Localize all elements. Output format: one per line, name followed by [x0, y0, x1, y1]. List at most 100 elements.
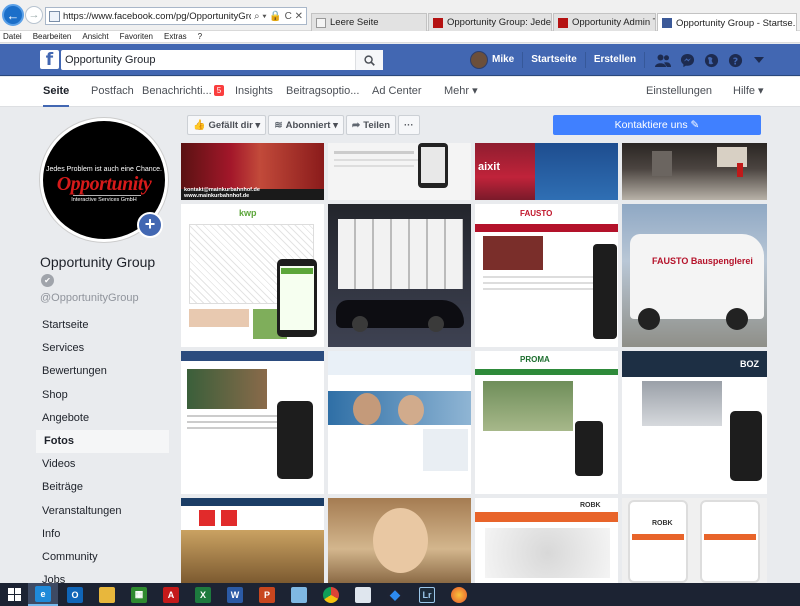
account-menu-chevron-icon[interactable]	[747, 57, 771, 63]
tab-ad-center[interactable]: Ad Center	[372, 77, 422, 107]
facebook-header: f Opportunity Group Mike Startseite Erst…	[0, 44, 800, 76]
taskbar-documents[interactable]	[348, 583, 378, 606]
tab-more[interactable]: Mehr ▾	[444, 77, 478, 107]
tab-blank[interactable]: Leere Seite	[311, 13, 427, 31]
side-nav-posts[interactable]: Beiträge	[36, 476, 169, 499]
menu-edit[interactable]: Bearbeiten	[33, 32, 72, 41]
photo-room-interior[interactable]	[622, 143, 767, 200]
search-input[interactable]: Opportunity Group	[65, 54, 355, 66]
taskbar-notes[interactable]	[284, 583, 314, 606]
photo-caption: BOZ	[740, 359, 759, 369]
taskbar-internet-explorer[interactable]: e	[28, 583, 58, 606]
update-picture-button[interactable]: +	[137, 212, 163, 238]
search-button[interactable]	[355, 50, 383, 70]
photo-caption: FAUSTO	[520, 209, 553, 218]
taskbar-chrome[interactable]	[316, 583, 346, 606]
svg-text:?: ?	[732, 56, 737, 67]
forward-button[interactable]: →	[25, 6, 43, 24]
search-box[interactable]: Opportunity Group	[61, 50, 383, 70]
taskbar-pdf[interactable]: A	[156, 583, 186, 606]
taskbar-excel[interactable]: X	[188, 583, 218, 606]
avatar[interactable]	[470, 51, 488, 69]
side-nav-services[interactable]: Services	[36, 337, 169, 360]
tab-publishing-tools[interactable]: Beitragsoptio...	[286, 77, 359, 107]
help-icon[interactable]: ?	[723, 53, 747, 68]
more-actions-button[interactable]: ···	[398, 115, 420, 135]
tab-insights[interactable]: Insights	[235, 77, 273, 107]
menu-view[interactable]: Ansicht	[82, 32, 108, 41]
share-button[interactable]: ➦ Teilen	[345, 115, 396, 135]
document-icon	[355, 586, 371, 603]
settings-link[interactable]: Einstellungen	[646, 77, 712, 107]
photo-drawing-portrait[interactable]	[328, 498, 471, 583]
like-button[interactable]: 👍 Gefällt dir ▾	[187, 115, 267, 135]
messenger-icon[interactable]	[675, 53, 699, 68]
back-button[interactable]: ←	[2, 4, 24, 26]
notifications-globe-icon[interactable]	[699, 53, 723, 68]
help-link[interactable]: Hilfe ▾	[733, 77, 764, 107]
photo-website-mockup-1[interactable]	[328, 143, 471, 200]
photo-caption: aixit	[478, 161, 501, 173]
taskbar-firefox[interactable]	[444, 583, 474, 606]
home-link[interactable]: Startseite	[523, 52, 586, 68]
address-bar-icons[interactable]: ⌕ ▾ 🔒 C ✕	[251, 11, 306, 22]
taskbar-powerpoint[interactable]: P	[252, 583, 282, 606]
photo-boz-website[interactable]: BOZ	[622, 351, 767, 494]
menu-help[interactable]: ?	[198, 32, 202, 41]
photo-news-website[interactable]	[181, 351, 324, 494]
photo-robk-website[interactable]: ROBK	[475, 498, 618, 583]
photo-shop-website[interactable]	[181, 498, 324, 583]
facebook-icon	[662, 18, 672, 28]
tab-inbox[interactable]: Postfach	[91, 77, 134, 107]
side-nav-offers[interactable]: Angebote	[36, 407, 169, 430]
tab-notifications[interactable]: Benachrichti... 5	[142, 77, 225, 107]
menu-file[interactable]: Datei	[3, 32, 22, 41]
side-nav-home[interactable]: Startseite	[36, 314, 169, 337]
profile-link[interactable]: Mike	[492, 52, 524, 68]
start-button[interactable]	[0, 583, 28, 606]
friend-requests-icon[interactable]	[651, 54, 675, 67]
tab-admin-tool[interactable]: Opportunity Admin Tool	[553, 13, 656, 31]
taskbar-outlook[interactable]: O	[60, 583, 90, 606]
menu-tools[interactable]: Extras	[164, 32, 187, 41]
side-nav-shop[interactable]: Shop	[36, 384, 169, 407]
photo-promo-website[interactable]: PROMA	[475, 351, 618, 494]
windows-logo-icon	[7, 588, 21, 601]
facebook-logo-icon[interactable]: f	[40, 50, 59, 69]
tab-page[interactable]: Seite	[43, 77, 70, 107]
follow-button[interactable]: ≋ Abonniert ▾	[268, 115, 344, 135]
menu-favorites[interactable]: Favoriten	[120, 32, 153, 41]
taskbar-dropbox[interactable]: ◆	[380, 583, 410, 606]
photo-mainkurbahnhof[interactable]: kontakt@mainkurbahnhof.de www.mainkurbah…	[181, 143, 324, 200]
tab-opportunity-group[interactable]: Opportunity Group: Jedes Prob...	[428, 13, 552, 31]
side-nav-about[interactable]: Info	[36, 523, 169, 546]
photo-aixit-banner[interactable]: aixit	[475, 143, 618, 200]
photo-kwp-website[interactable]: kwp	[181, 204, 324, 347]
taskbar-explorer[interactable]	[92, 583, 122, 606]
photo-caption: ROBK	[580, 502, 601, 509]
photo-fausto-website[interactable]: FAUSTO	[475, 204, 618, 347]
side-nav-reviews[interactable]: Bewertungen	[36, 360, 169, 383]
browser-toolbar: ← → https://www.facebook.com/pg/Opportun…	[0, 0, 800, 32]
taskbar-word[interactable]: W	[220, 583, 250, 606]
photo-grid: kontakt@mainkurbahnhof.de www.mainkurbah…	[181, 143, 767, 583]
photo-fausto-van[interactable]: FAUSTO Bauspenglerei	[622, 204, 767, 347]
page-username[interactable]: @OpportunityGroup	[40, 292, 139, 304]
create-link[interactable]: Erstellen	[586, 52, 646, 68]
taskbar-lightroom[interactable]: Lr	[412, 583, 442, 606]
side-nav-videos[interactable]: Videos	[36, 453, 169, 476]
address-bar[interactable]: https://www.facebook.com/pg/OpportunityG…	[45, 7, 307, 25]
url-text[interactable]: https://www.facebook.com/pg/OpportunityG…	[63, 11, 251, 22]
photo-robk-mobile[interactable]: ROBK	[622, 498, 767, 583]
page-title[interactable]: Opportunity Group	[40, 254, 155, 270]
tab-facebook-active[interactable]: Opportunity Group - Startse... ×	[657, 13, 797, 32]
contact-us-button[interactable]: Kontaktiere uns ✎	[553, 115, 761, 135]
side-nav-community[interactable]: Community	[36, 546, 169, 569]
taskbar-store[interactable]: ▦	[124, 583, 154, 606]
side-nav-photos[interactable]: Fotos	[36, 429, 169, 454]
photo-students-website[interactable]	[328, 351, 471, 494]
photo-car-binders[interactable]	[328, 204, 471, 347]
opportunity-icon	[433, 17, 443, 28]
side-nav-events[interactable]: Veranstaltungen	[36, 500, 169, 523]
firefox-icon	[451, 586, 467, 603]
